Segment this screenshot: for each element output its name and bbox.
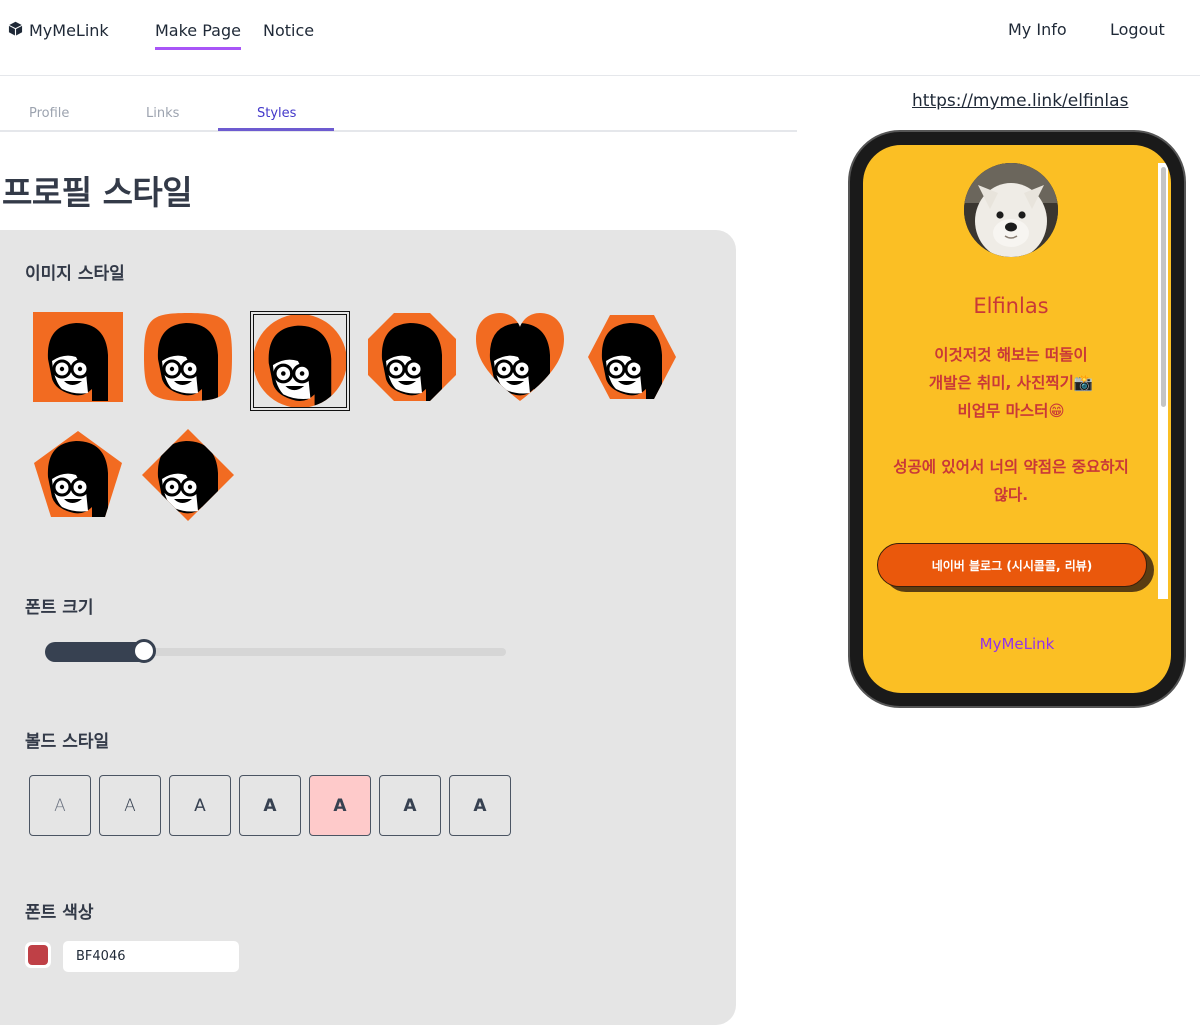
top-navbar: MyMeLink Make Page Notice My Info Logout xyxy=(0,0,1200,76)
image-shape-octagon[interactable] xyxy=(364,309,460,405)
bold-style-option-6[interactable]: A xyxy=(379,775,441,836)
link-button-naver-blog[interactable]: 네이버 블로그 (시시콜콜, 리뷰) xyxy=(877,543,1147,587)
image-shape-square[interactable] xyxy=(30,309,126,405)
profile-bio: 이것저것 해보는 떠돌이개발은 취미, 사진찍기📸 비업무 마스터😁 성공에 있어서… xyxy=(873,341,1149,509)
image-shape-diamond[interactable] xyxy=(140,427,236,523)
nav-make-page[interactable]: Make Page xyxy=(155,21,241,50)
profile-name: Elfinlas xyxy=(973,294,1049,318)
image-shape-heart[interactable] xyxy=(472,309,568,405)
editor-tabs: Profile Links Styles xyxy=(0,102,797,132)
brand-name: MyMeLink xyxy=(29,21,109,40)
bold-style-option-5[interactable]: A xyxy=(309,775,371,836)
tab-links[interactable]: Links xyxy=(146,106,179,121)
phone-preview-screen: Elfinlas 이것저것 해보는 떠돌이개발은 취미, 사진찍기📸 비업무 마스… xyxy=(863,145,1171,693)
bold-style-option-1[interactable]: A xyxy=(29,775,91,836)
image-shape-hexagon[interactable] xyxy=(584,309,680,405)
bold-style-option-4[interactable]: A xyxy=(239,775,301,836)
bio-line: 비업무 마스터😁 xyxy=(957,402,1065,420)
page-title: 프로필 스타일 xyxy=(2,173,193,212)
bio-line: 이것저것 해보는 떠돌이 xyxy=(934,346,1088,364)
image-shape-pentagon[interactable] xyxy=(30,427,126,523)
image-shape-circle[interactable] xyxy=(250,311,350,411)
bio-line xyxy=(873,425,1149,453)
brand-logo[interactable]: MyMeLink xyxy=(8,21,109,40)
font-color-swatch-fill xyxy=(28,945,48,965)
active-tab-indicator xyxy=(218,128,334,131)
image-style-label: 이미지 스타일 xyxy=(25,264,125,284)
tab-profile[interactable]: Profile xyxy=(29,106,69,121)
image-shape-squircle[interactable] xyxy=(140,309,236,405)
font-color-input[interactable] xyxy=(63,941,239,972)
preview-url-link[interactable]: https://myme.link/elfinlas xyxy=(912,91,1128,111)
preview-scrollbar-thumb[interactable] xyxy=(1161,167,1166,407)
bio-line: 않다. xyxy=(993,486,1029,504)
nav-logout[interactable]: Logout xyxy=(1110,20,1165,39)
nav-my-info[interactable]: My Info xyxy=(1008,20,1067,39)
profile-avatar xyxy=(964,163,1058,257)
font-size-label: 폰트 크기 xyxy=(25,598,94,618)
font-size-slider[interactable] xyxy=(45,639,506,663)
preview-scrollbar[interactable] xyxy=(1158,163,1168,599)
font-size-slider-thumb[interactable] xyxy=(132,639,156,663)
bold-style-label: 볼드 스타일 xyxy=(25,732,110,752)
bold-style-option-2[interactable]: A xyxy=(99,775,161,836)
font-color-label: 폰트 색상 xyxy=(25,903,94,923)
preview-footer-brand[interactable]: MyMeLink xyxy=(863,635,1171,653)
nav-notice[interactable]: Notice xyxy=(263,21,314,40)
font-color-swatch[interactable] xyxy=(25,942,51,968)
phone-preview-frame: Elfinlas 이것저것 해보는 떠돌이개발은 취미, 사진찍기📸 비업무 마스… xyxy=(848,130,1186,708)
tab-styles[interactable]: Styles xyxy=(257,106,296,121)
bold-style-option-3[interactable]: A xyxy=(169,775,231,836)
bio-line: 성공에 있어서 너의 약점은 중요하지 xyxy=(893,458,1129,476)
cube-icon xyxy=(8,21,23,40)
bold-style-option-7[interactable]: A xyxy=(449,775,511,836)
bio-line: 개발은 취미, 사진찍기📸 xyxy=(928,374,1094,392)
